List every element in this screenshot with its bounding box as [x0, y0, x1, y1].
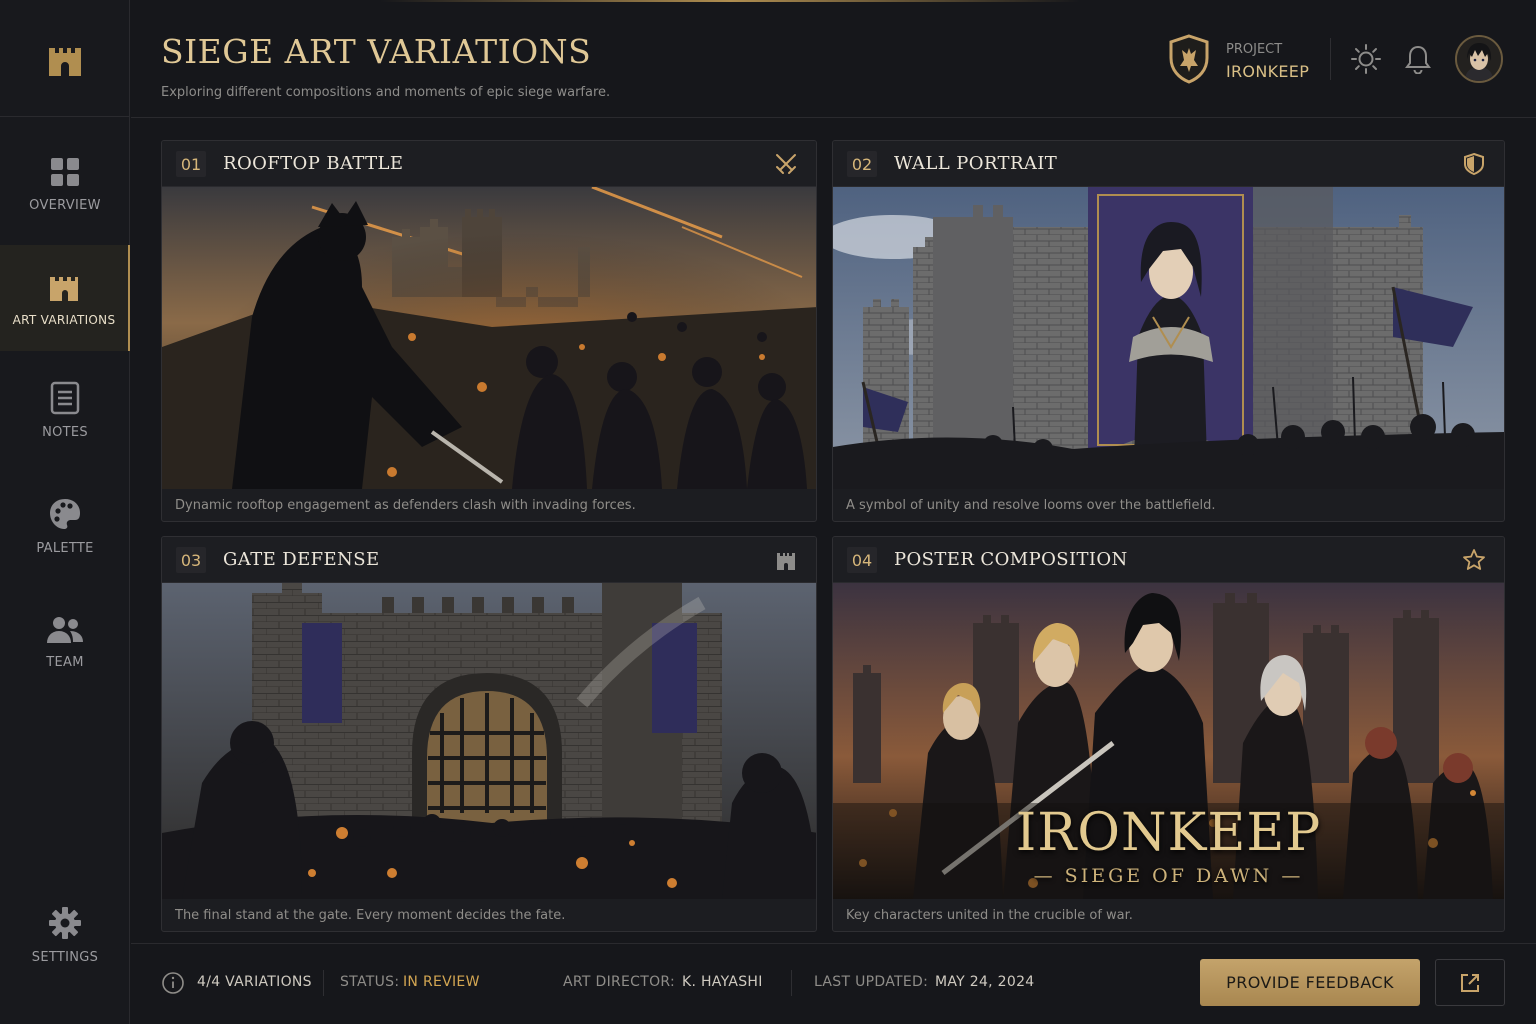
app-logo[interactable]	[0, 0, 130, 117]
sidebar-item-label: OVERVIEW	[29, 197, 101, 213]
notifications-button[interactable]	[1401, 42, 1435, 76]
project-badge[interactable]: PROJECT IRONKEEP	[1166, 34, 1326, 86]
avatar-image	[1457, 37, 1501, 81]
artwork-illustration	[162, 187, 816, 489]
sidebar-item-team[interactable]: TEAM	[0, 589, 130, 695]
castle-icon	[49, 48, 81, 76]
open-external-button[interactable]	[1435, 959, 1505, 1006]
header: SIEGE ART VARIATIONS Exploring different…	[131, 0, 1536, 118]
sidebar-item-notes[interactable]: NOTES	[0, 357, 130, 463]
card-caption: The final stand at the gate. Every momen…	[175, 908, 566, 923]
card-number: 02	[847, 151, 877, 177]
artwork-illustration	[833, 187, 1504, 489]
artwork-wall-portrait[interactable]	[833, 187, 1504, 489]
avatar[interactable]	[1455, 35, 1503, 83]
art-director-value: K. HAYASHI	[682, 974, 763, 990]
card-header: 04 POSTER COMPOSITION	[833, 537, 1504, 583]
artwork-gate-defense[interactable]	[162, 583, 816, 899]
crossed-swords-icon[interactable]	[774, 152, 798, 176]
card-caption: Key characters united in the crucible of…	[846, 908, 1133, 923]
sidebar-item-art-variations[interactable]: ART VARIATIONS	[0, 245, 130, 351]
bell-icon	[1405, 45, 1431, 74]
card-number: 01	[176, 151, 206, 177]
last-updated-label: LAST UPDATED:	[814, 974, 929, 990]
shield-crest-icon	[1169, 34, 1209, 84]
document-icon	[50, 381, 80, 414]
card-title: ROOFTOP BATTLE	[223, 153, 404, 174]
status-label: STATUS:	[340, 974, 400, 990]
footer-divider	[791, 970, 792, 996]
footer-status-bar: 4/4 VARIATIONS STATUS: IN REVIEW ART DIR…	[131, 943, 1536, 1024]
project-label: PROJECT	[1226, 42, 1283, 57]
sidebar-item-palette[interactable]: PALETTE	[0, 473, 130, 579]
theme-toggle-button[interactable]	[1349, 42, 1383, 76]
sidebar-item-label: NOTES	[42, 424, 88, 440]
people-icon	[47, 616, 83, 643]
app-window: OVERVIEW ART VARIATIONS NOTES PALETTE TE…	[0, 0, 1536, 1024]
variation-card-gate-defense[interactable]: 03 GATE DEFENSE The final stand at the g…	[161, 536, 817, 932]
sidebar-item-overview[interactable]: OVERVIEW	[0, 131, 130, 237]
card-title: POSTER COMPOSITION	[894, 549, 1128, 570]
header-divider	[1330, 38, 1331, 80]
poster-subtitle: — SIEGE OF DAWN —	[1033, 865, 1304, 887]
sidebar: OVERVIEW ART VARIATIONS NOTES PALETTE TE…	[0, 0, 130, 1024]
card-header: 01 ROOFTOP BATTLE	[162, 141, 816, 187]
card-number: 04	[847, 547, 877, 573]
artwork-illustration	[162, 583, 816, 899]
info-icon[interactable]	[161, 971, 185, 995]
sun-icon	[1351, 44, 1381, 74]
project-name: IRONKEEP	[1226, 62, 1310, 81]
sidebar-item-label: TEAM	[46, 654, 84, 670]
gear-icon	[49, 906, 81, 939]
card-header: 03 GATE DEFENSE	[162, 537, 816, 583]
page-title: SIEGE ART VARIATIONS	[161, 32, 592, 71]
sidebar-item-label: ART VARIATIONS	[12, 313, 116, 327]
status-badge: IN REVIEW	[403, 974, 480, 990]
castle-icon	[50, 277, 78, 301]
last-updated-value: MAY 24, 2024	[935, 974, 1035, 990]
grid-icon	[51, 157, 79, 186]
page-subtitle: Exploring different compositions and mom…	[161, 85, 611, 100]
variation-card-rooftop-battle[interactable]: 01 ROOFTOP BATTLE Dynamic rooftop engage…	[161, 140, 817, 522]
card-caption: A symbol of unity and resolve looms over…	[846, 498, 1216, 513]
sidebar-item-settings[interactable]: SETTINGS	[0, 882, 130, 988]
variations-count: 4/4 VARIATIONS	[197, 974, 312, 990]
artwork-rooftop-battle[interactable]	[162, 187, 816, 489]
external-link-icon	[1461, 973, 1479, 992]
shield-icon[interactable]	[1462, 152, 1486, 176]
sidebar-item-label: PALETTE	[36, 540, 94, 556]
poster-title: IRONKEEP	[1015, 803, 1322, 863]
sidebar-item-label: SETTINGS	[31, 949, 99, 965]
artwork-poster-composition[interactable]: IRONKEEP — SIEGE OF DAWN —	[833, 583, 1504, 899]
tower-icon[interactable]	[774, 548, 798, 572]
variation-card-poster-composition[interactable]: 04 POSTER COMPOSITION IRONKEEP — SIEGE O…	[832, 536, 1505, 932]
provide-feedback-button[interactable]: PROVIDE FEEDBACK	[1200, 959, 1420, 1006]
star-icon[interactable]	[1462, 548, 1486, 572]
art-director-label: ART DIRECTOR:	[563, 974, 676, 990]
card-title: WALL PORTRAIT	[894, 153, 1058, 174]
card-caption: Dynamic rooftop engagement as defenders …	[175, 498, 636, 513]
palette-icon	[50, 498, 80, 529]
card-title: GATE DEFENSE	[223, 549, 380, 570]
footer-divider	[323, 970, 324, 996]
variation-card-wall-portrait[interactable]: 02 WALL PORTRAIT A symbol of unity and r…	[832, 140, 1505, 522]
card-number: 03	[176, 547, 206, 573]
card-header: 02 WALL PORTRAIT	[833, 141, 1504, 187]
